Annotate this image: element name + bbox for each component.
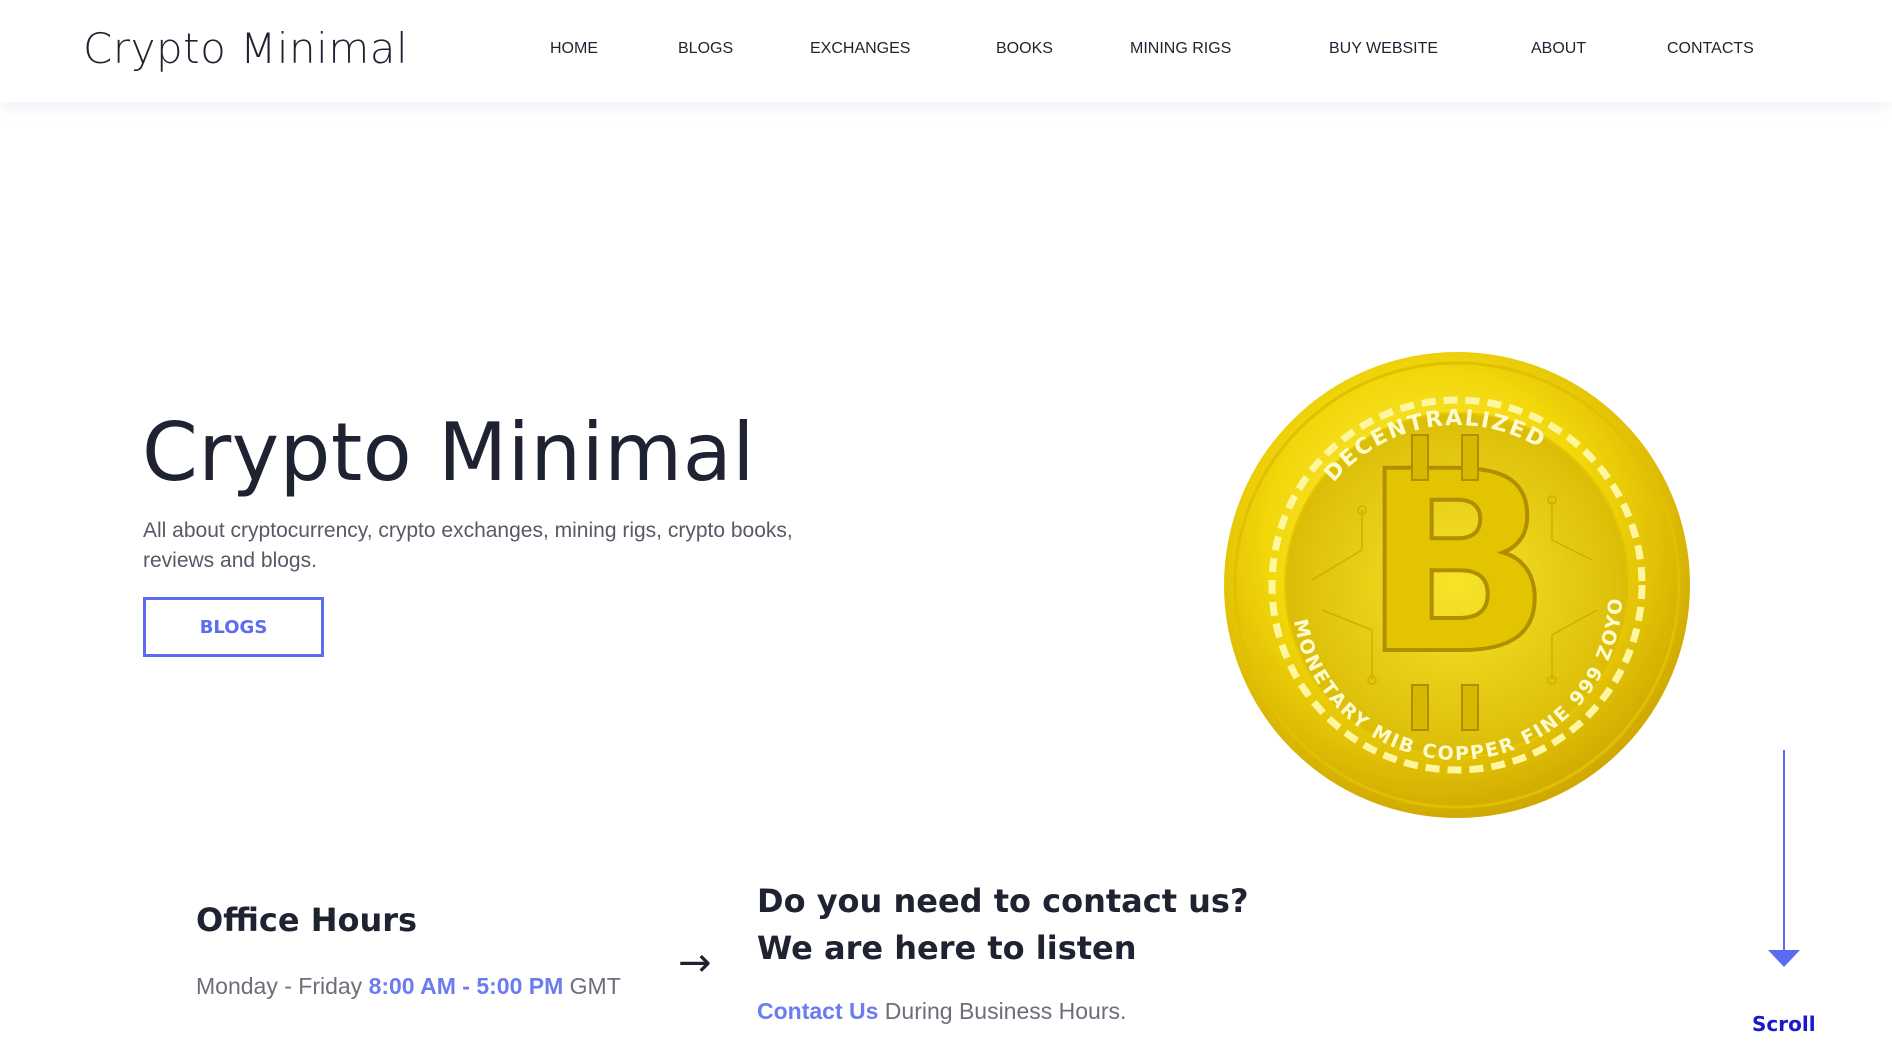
office-time: 8:00 AM - 5:00 PM — [368, 973, 564, 999]
contact-heading-line1: Do you need to contact us? — [757, 882, 1249, 920]
office-days: Monday - Friday — [196, 973, 363, 999]
nav-buy-website[interactable]: BUY WEBSITE — [1329, 40, 1438, 58]
contact-line: Contact Us During Business Hours. — [757, 998, 1126, 1025]
arrow-right-icon: → — [678, 940, 712, 986]
nav-mining-rigs[interactable]: MINING RIGS — [1130, 40, 1231, 58]
office-tz: GMT — [569, 973, 621, 999]
scroll-line — [1783, 750, 1785, 950]
contact-line-rest: During Business Hours. — [884, 998, 1127, 1024]
site-logo[interactable]: Crypto Minimal — [83, 24, 408, 73]
hero-description: All about cryptocurrency, crypto exchang… — [143, 519, 793, 572]
office-hours-text: Monday - Friday 8:00 AM - 5:00 PM GMT — [196, 973, 621, 1000]
nav-blogs[interactable]: BLOGS — [678, 40, 733, 58]
scroll-label[interactable]: Scroll — [1752, 1012, 1816, 1036]
contact-heading: Do you need to contact us? We are here t… — [757, 878, 1277, 972]
blogs-button[interactable]: BLOGS — [143, 597, 324, 657]
nav-home[interactable]: HOME — [550, 40, 598, 58]
hero-title: Crypto Minimal — [142, 406, 755, 499]
bitcoin-coin-image: B DECENTRALIZED MONETARY MIB COPPER FINE… — [1222, 350, 1690, 818]
office-hours-title: Office Hours — [196, 901, 418, 939]
nav-books[interactable]: BOOKS — [996, 40, 1053, 58]
nav-exchanges[interactable]: EXCHANGES — [810, 40, 910, 58]
coin-symbol: B — [1362, 418, 1553, 709]
contact-heading-line2: We are here to listen — [757, 929, 1137, 967]
site-header: Crypto Minimal HOME BLOGS EXCHANGES BOOK… — [0, 0, 1892, 102]
nav-about[interactable]: ABOUT — [1531, 40, 1586, 58]
nav-contacts[interactable]: CONTACTS — [1667, 40, 1754, 58]
contact-us-link[interactable]: Contact Us — [757, 998, 878, 1024]
scroll-down-icon[interactable] — [1768, 950, 1800, 967]
